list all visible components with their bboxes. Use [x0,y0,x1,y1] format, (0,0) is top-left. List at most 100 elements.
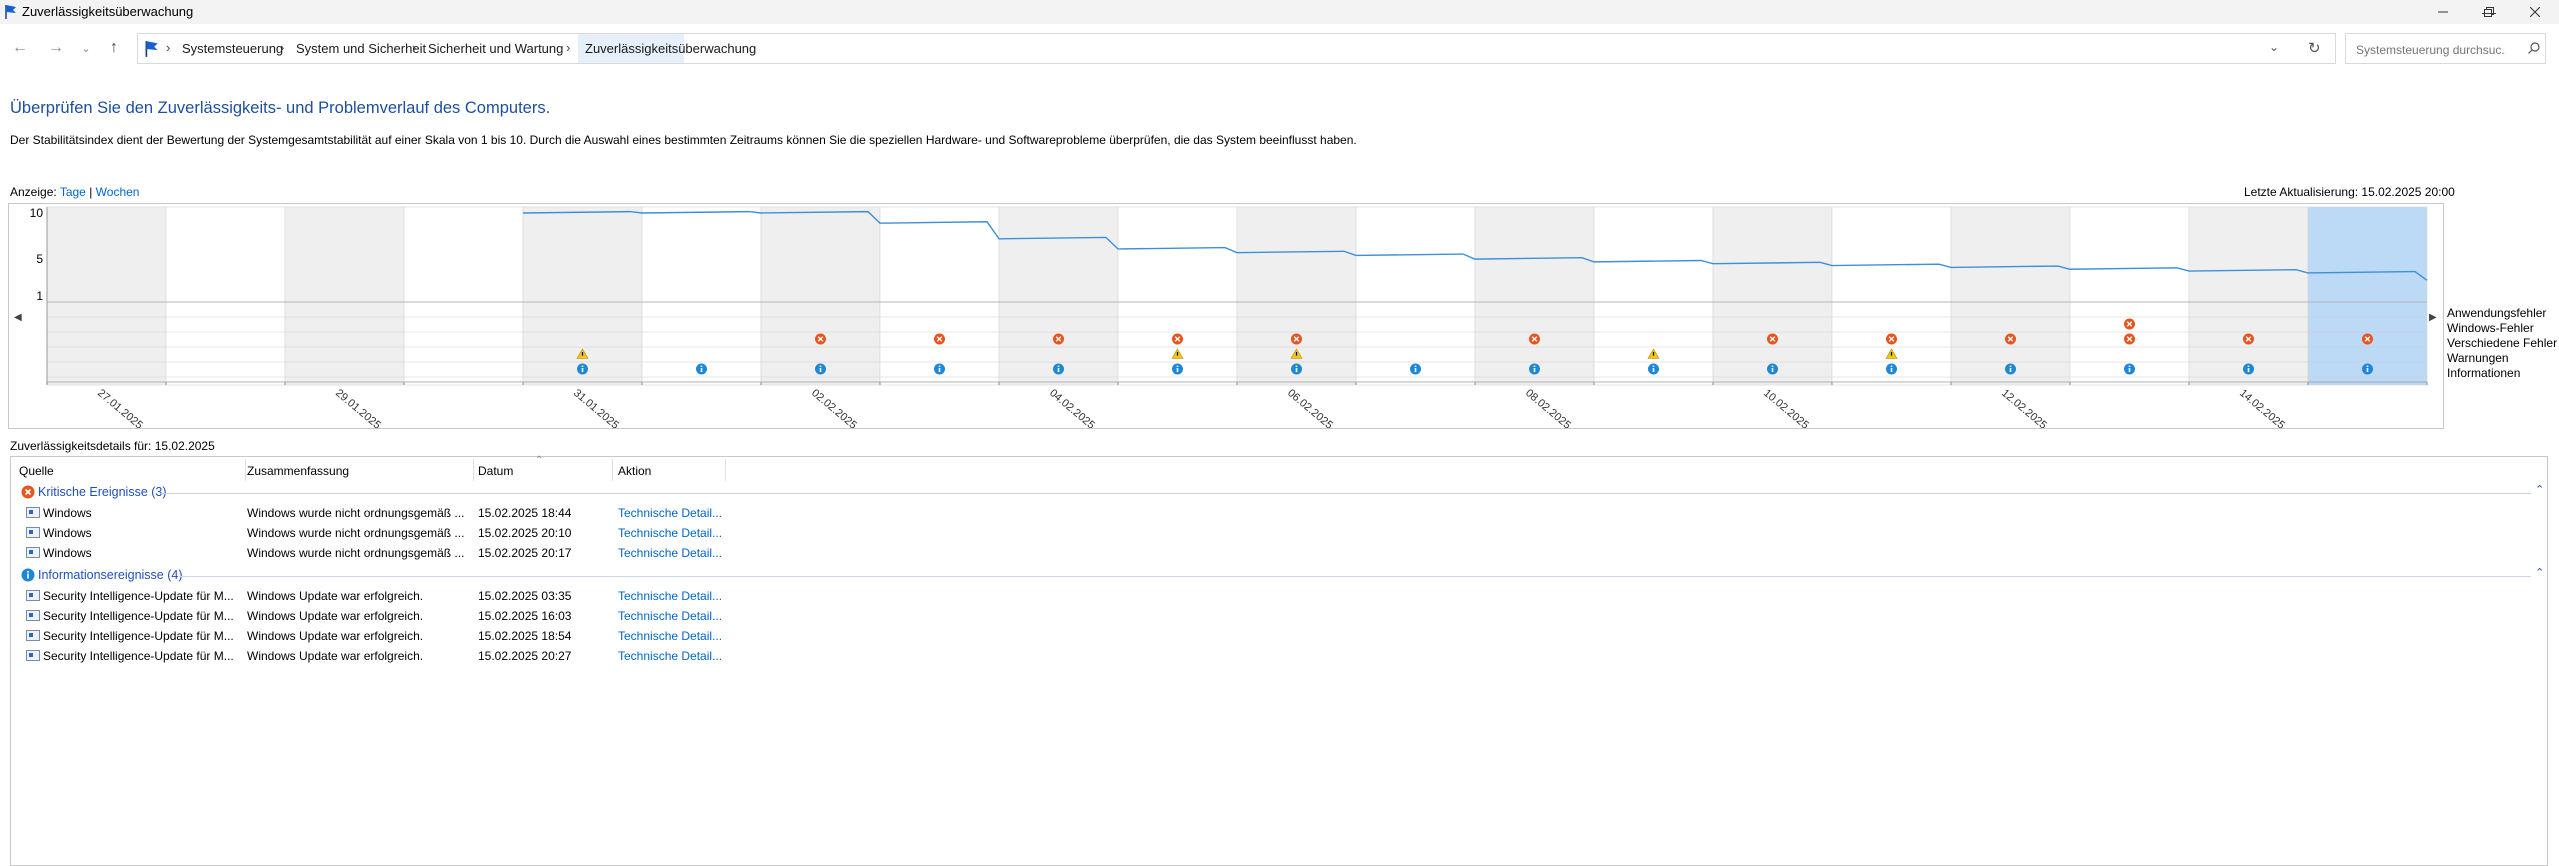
info-icon-dot [1176,365,1179,367]
info-icon-dot [1533,365,1536,367]
recent-locations-button[interactable]: ⌄ [74,36,98,60]
category-warnungen: Warnungen [2447,351,2509,365]
minimize-icon [2438,11,2448,13]
technical-details-link[interactable]: Technische Detail... [618,526,722,540]
view-label: Anzeige: [10,185,57,199]
chart-category-labels: Anwendungsfehler Windows-Fehler Verschie… [2447,306,2557,381]
arrow-left-icon: ← [12,39,28,56]
column-header-zusammenfassung[interactable]: Zusammenfassung [247,464,349,478]
day-column[interactable] [2069,206,2190,386]
day-column[interactable] [760,206,881,386]
x-date-label: 14.02.2025 [2237,387,2287,428]
day-column[interactable] [641,206,762,386]
warning-icon-mark [581,352,584,356]
day-column[interactable] [2188,206,2309,386]
collapse-chevron-icon[interactable]: ⌃ [2535,566,2544,579]
day-column[interactable] [879,206,1000,386]
column-header-quelle[interactable]: Quelle [19,464,54,478]
info-icon-dot [1414,365,1417,367]
group-critical-events[interactable]: Kritische Ereignisse (3) [38,485,167,499]
technical-details-link[interactable]: Technische Detail... [618,609,722,623]
technical-details-link[interactable]: Technische Detail... [618,649,722,663]
row-summary: Windows Update war erfolgreich. [247,629,424,643]
back-button[interactable]: ← [8,36,32,60]
close-icon [2530,7,2540,17]
day-column[interactable] [46,206,167,386]
row-source: Security Intelligence-Update für M... [43,629,234,643]
minimize-button-real[interactable] [2420,0,2466,24]
search-icon[interactable] [2528,42,2540,54]
address-bar[interactable]: › Systemsteuerung › System und Sicherhei… [137,33,2336,64]
column-separator [612,459,613,481]
warning-icon-mark [1295,352,1298,356]
day-column[interactable] [1355,206,1476,386]
breadcrumb-separator[interactable]: › [412,40,416,55]
day-column[interactable] [165,206,286,386]
breadcrumb-separator[interactable]: › [280,40,284,55]
breadcrumb-system-und-sicherheit[interactable]: System und Sicherheit [296,41,426,56]
view-days-link[interactable]: Tage [60,185,86,199]
info-icon-mark [1890,368,1893,372]
event-log-icon [26,547,40,558]
day-column[interactable] [998,206,1119,386]
restore-button[interactable] [2466,0,2512,24]
forward-button[interactable]: → [44,36,68,60]
y-tick-label: 1 [36,289,43,303]
window-title: Zuverlässigkeitsüberwachung [22,4,194,19]
scroll-right-icon[interactable]: ▶ [2429,312,2437,323]
sort-arrow-icon: ⌃ [535,455,544,466]
day-column[interactable] [284,206,405,386]
info-icon-mark [1533,368,1536,372]
technical-details-link[interactable]: Technische Detail... [618,589,722,603]
info-icon-dot [1890,365,1893,367]
last-update: Letzte Aktualisierung: 15.02.2025 20:00 [2244,185,2455,199]
column-header-aktion[interactable]: Aktion [618,464,651,478]
x-date-label: 08.02.2025 [1523,387,1573,428]
row-date: 15.02.2025 20:17 [478,546,572,560]
details-list: Quelle Zusammenfassung ⌃ Datum Aktion Kr… [10,455,2548,866]
breadcrumb-separator: › [166,40,171,55]
info-icon-mark [1057,368,1060,372]
info-icon-mark [819,368,822,372]
event-log-icon [26,650,40,661]
day-column[interactable] [403,206,524,386]
close-button[interactable] [2512,0,2558,24]
day-column[interactable] [1474,206,1595,386]
category-anwendungsfehler: Anwendungsfehler [2447,306,2547,320]
up-button[interactable]: ↑ [102,36,126,60]
breadcrumb-systemsteuerung[interactable]: Systemsteuerung [182,41,283,56]
day-column[interactable] [1712,206,1833,386]
x-date-label: 29.01.2025 [333,387,383,428]
row-source: Windows [43,546,92,560]
technical-details-link[interactable]: Technische Detail... [618,506,722,520]
search-input[interactable] [2354,36,2508,64]
breadcrumb-zuverlaessigkeitsueberwachung[interactable]: Zuverlässigkeitsüberwachung [585,41,756,56]
refresh-icon[interactable]: ↻ [2308,39,2321,57]
address-dropdown-icon[interactable]: ⌄ [2269,40,2279,54]
breadcrumb-sicherheit-und-wartung[interactable]: Sicherheit und Wartung [428,41,563,56]
search-box[interactable] [2345,33,2546,64]
technical-details-link[interactable]: Technische Detail... [618,546,722,560]
breadcrumb-separator[interactable]: › [566,40,570,55]
column-header-datum[interactable]: Datum [478,464,513,478]
group-information-events[interactable]: Informationsereignisse (4) [38,568,183,582]
page-title: Überprüfen Sie den Zuverlässigkeits- und… [10,99,551,117]
x-date-label: 04.02.2025 [1047,387,1097,428]
view-weeks-link[interactable]: Wochen [96,185,140,199]
info-icon-dot [1771,365,1774,367]
info-icon-dot [1295,365,1298,367]
info-icon-mark [1652,368,1655,372]
collapse-chevron-icon[interactable]: ⌃ [2535,483,2544,496]
category-windows-fehler: Windows-Fehler [2447,321,2534,335]
scroll-left-icon[interactable]: ◀ [14,312,22,323]
info-icon-dot [938,365,941,367]
row-date: 15.02.2025 18:44 [478,506,572,520]
row-source: Windows [43,506,92,520]
day-column[interactable] [2307,206,2428,386]
warning-icon-mark [1652,352,1655,356]
flag-icon [5,5,16,19]
day-column[interactable] [1950,206,2071,386]
column-separator [473,459,474,481]
info-icon-mark [2128,368,2131,372]
technical-details-link[interactable]: Technische Detail... [618,629,722,643]
